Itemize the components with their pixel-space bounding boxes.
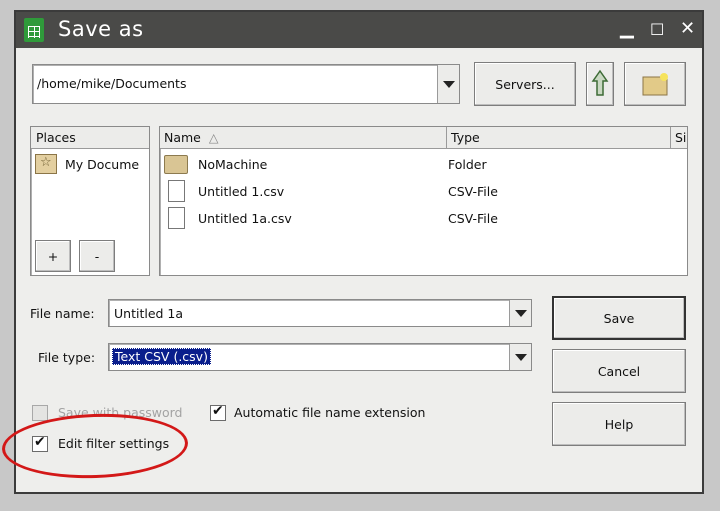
save-label: Save	[603, 310, 635, 326]
save-button[interactable]: Save	[552, 296, 686, 340]
path-dropdown-arrow[interactable]	[437, 65, 459, 103]
file-type-label: File type:	[38, 350, 96, 365]
remove-place-label: -	[94, 248, 100, 264]
folder-icon	[164, 155, 188, 174]
table-row[interactable]: Untitled 1a.csv CSV-File	[160, 206, 687, 232]
file-type-selection: Text CSV (.csv)	[112, 348, 211, 365]
file-name-dropdown-arrow[interactable]	[509, 300, 531, 326]
maximize-button[interactable]: ☐	[650, 20, 664, 39]
add-place-button[interactable]: +	[35, 240, 71, 272]
column-type-header[interactable]: Type	[447, 127, 671, 148]
column-size-header[interactable]: Si	[671, 127, 687, 148]
save-with-password-checkbox[interactable]	[32, 405, 48, 421]
new-folder-button[interactable]	[624, 62, 686, 106]
servers-label: Servers...	[495, 76, 555, 92]
file-list-header: Name △ Type Si	[160, 127, 687, 149]
places-header: Places	[31, 127, 149, 149]
file-name-combobox[interactable]: Untitled 1a	[108, 299, 532, 327]
column-name-label: Name	[164, 130, 201, 145]
path-value[interactable]: /home/mike/Documents	[37, 76, 186, 91]
document-icon	[168, 180, 185, 202]
auto-extension-checkbox[interactable]	[210, 403, 226, 421]
file-name: Untitled 1a.csv	[198, 211, 292, 226]
column-size-label: Si	[675, 130, 687, 145]
help-label: Help	[604, 416, 634, 432]
places-panel: Places My Docume + -	[30, 126, 150, 276]
file-type-value: Text CSV (.csv)	[112, 348, 211, 365]
minimize-button[interactable]: ▁	[620, 18, 634, 39]
sort-ascending-icon: △	[208, 130, 219, 145]
document-icon	[168, 207, 185, 229]
spreadsheet-app-icon	[24, 18, 44, 42]
file-type-select[interactable]: Text CSV (.csv)	[108, 343, 532, 371]
file-name: Untitled 1.csv	[198, 184, 285, 199]
column-name-header[interactable]: Name △	[160, 127, 447, 148]
path-combobox[interactable]: /home/mike/Documents	[32, 64, 460, 104]
file-list[interactable]: Name △ Type Si NoMachine Folder Untitled…	[159, 126, 688, 276]
add-place-label: +	[47, 248, 59, 264]
cancel-label: Cancel	[597, 363, 641, 379]
place-item-my-documents[interactable]: My Docume	[35, 154, 139, 174]
file-name: NoMachine	[198, 157, 268, 172]
servers-button[interactable]: Servers...	[474, 62, 576, 106]
auto-extension-label: Automatic file name extension	[234, 405, 426, 420]
favorite-folder-icon	[35, 154, 57, 174]
cancel-button[interactable]: Cancel	[552, 349, 686, 393]
up-folder-icon	[591, 69, 609, 96]
file-name-input[interactable]: Untitled 1a	[114, 306, 183, 321]
file-type: CSV-File	[448, 211, 498, 226]
new-folder-icon	[642, 73, 668, 96]
dialog-title: Save as	[58, 17, 144, 41]
file-type: Folder	[448, 157, 487, 172]
title-bar[interactable]: Save as ▁ ☐ ✕	[16, 12, 702, 48]
table-row[interactable]: NoMachine Folder	[160, 152, 687, 178]
help-button[interactable]: Help	[552, 402, 686, 446]
file-name-label: File name:	[30, 306, 95, 321]
file-type: CSV-File	[448, 184, 498, 199]
table-row[interactable]: Untitled 1.csv CSV-File	[160, 179, 687, 205]
close-button[interactable]: ✕	[680, 18, 695, 39]
up-folder-button[interactable]	[586, 62, 614, 106]
column-type-label: Type	[451, 130, 480, 145]
file-type-dropdown-arrow[interactable]	[509, 344, 531, 370]
place-item-label: My Docume	[65, 156, 140, 172]
remove-place-button[interactable]: -	[79, 240, 115, 272]
